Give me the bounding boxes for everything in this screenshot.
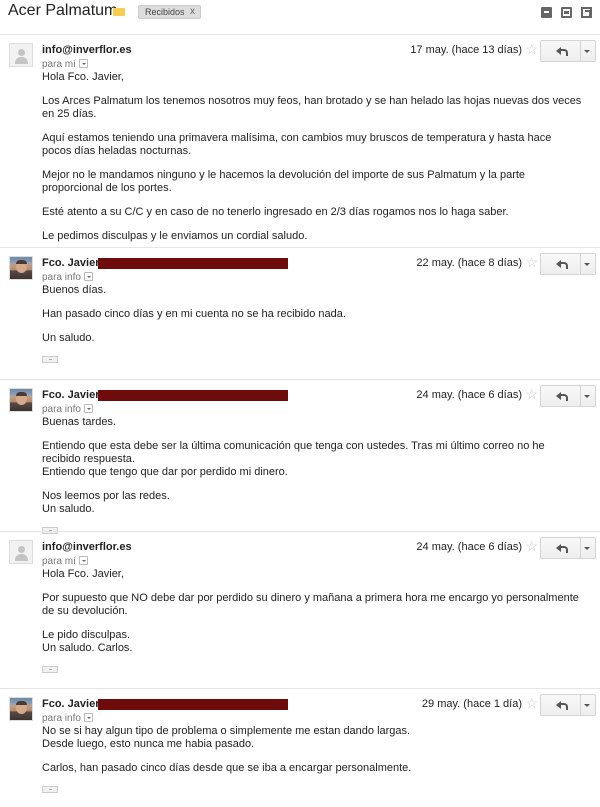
print-icon[interactable] (561, 7, 572, 18)
show-trimmed-content-button[interactable]: ... (42, 355, 58, 363)
show-trimmed-content-button[interactable]: ... (42, 785, 58, 793)
redacted-email-block (98, 390, 288, 401)
message-paragraph: Le pido disculpas. Un saludo. Carlos. (42, 629, 133, 654)
message-date: 24 may. (hace 6 días) (416, 389, 522, 401)
label-chip-text: Recibidos (145, 7, 185, 17)
more-options-icon[interactable] (580, 386, 595, 406)
recipient-text: para info (42, 713, 81, 724)
thread-header: Acer Palmatum Recibidos x (0, 0, 600, 26)
sender-photo-avatar (9, 388, 33, 412)
recipient-text: para mí (42, 556, 76, 567)
star-icon[interactable]: ☆ (525, 41, 538, 58)
message-card: info@inverflor.es para mí 17 may. (hace 13… (0, 34, 600, 247)
sender-name[interactable]: Fco. Javier (42, 257, 99, 269)
recipient-text: para mí (42, 59, 76, 70)
message-paragraph: Esté atento a su C/C y en caso de no ten… (42, 206, 509, 218)
recipient-line: para info (42, 272, 93, 283)
more-options-icon[interactable] (580, 254, 595, 274)
message-paragraph: Entiendo que esta debe ser la última com… (42, 440, 545, 478)
message-date: 22 may. (hace 8 días) (416, 257, 522, 269)
message-paragraph: Hola Fco. Javier, (42, 71, 124, 83)
reply-icon[interactable] (541, 41, 581, 61)
redacted-email-block (98, 699, 288, 710)
message-paragraph: Buenos días. (42, 284, 107, 296)
reply-button-group (540, 40, 596, 62)
label-chip-recibidos[interactable]: Recibidos x (138, 5, 201, 19)
message-paragraph: Los Arces Palmatum los tenemos nosotros … (42, 95, 582, 120)
message-paragraph: Un saludo. (42, 332, 95, 344)
show-details-icon[interactable] (78, 59, 88, 68)
recipient-text: para info (42, 404, 81, 415)
message-paragraph: Han pasado cinco días y en mi cuenta no … (42, 308, 346, 320)
message-body: Buenos días. Han pasado cinco días y en m… (42, 284, 582, 369)
message-card: Fco. Javier para info 29 may. (hace 1 día)… (0, 688, 600, 807)
remove-label-button[interactable]: x (190, 6, 195, 17)
show-details-icon[interactable] (83, 272, 93, 281)
reply-icon[interactable] (541, 538, 581, 558)
recipient-line: para info (42, 713, 93, 724)
sender-photo-avatar (9, 697, 33, 721)
message-card: info@inverflor.es para mí 24 may. (hace 6 … (0, 531, 600, 688)
message-paragraph: Hola Fco. Javier, (42, 568, 124, 580)
show-details-icon[interactable] (83, 713, 93, 722)
recipient-line: para mí (42, 556, 88, 567)
message-paragraph: Nos leemos por las redes. Un saludo. (42, 490, 170, 515)
default-avatar-icon (9, 540, 33, 564)
show-trimmed-content-button[interactable]: ... (42, 665, 58, 673)
reply-button-group (540, 253, 596, 275)
message-paragraph: Carlos, han pasado cinco días desde que … (42, 762, 412, 774)
reply-button-group (540, 385, 596, 407)
message-card: Fco. Javier para info 22 may. (hace 8 días… (0, 247, 600, 379)
sender-name[interactable]: info@inverflor.es (42, 44, 132, 56)
sender-photo-avatar (9, 256, 33, 280)
message-card: Fco. Javier para info 24 may. (hace 6 días… (0, 379, 600, 534)
message-date: 29 may. (hace 1 día) (421, 698, 522, 710)
show-details-icon[interactable] (78, 556, 88, 565)
reply-icon[interactable] (541, 695, 581, 715)
default-avatar-icon (9, 43, 33, 67)
message-paragraph: Por supuesto que NO debe dar por perdido… (42, 592, 579, 617)
sender-name[interactable]: info@inverflor.es (42, 541, 132, 553)
star-icon[interactable]: ☆ (525, 695, 538, 712)
recipient-text: para info (42, 272, 81, 283)
thread-subject: Acer Palmatum (8, 2, 118, 19)
recipient-line: para info (42, 404, 93, 415)
message-paragraph: Buenas tardes. (42, 416, 116, 428)
message-date: 24 may. (hace 6 días) (416, 541, 522, 553)
recipient-line: para mí (42, 59, 88, 70)
sender-name[interactable]: Fco. Javier (42, 389, 99, 401)
star-icon[interactable]: ☆ (525, 538, 538, 555)
show-details-icon[interactable] (83, 404, 93, 413)
message-body: Buenas tardes. Entiendo que esta debe ser… (42, 416, 582, 540)
more-options-icon[interactable] (580, 41, 595, 61)
new-window-icon[interactable] (581, 7, 592, 18)
archive-icon[interactable] (541, 7, 552, 18)
message-paragraph: Le pedimos disculpas y le enviamos un co… (42, 230, 308, 242)
reply-icon[interactable] (541, 386, 581, 406)
message-body: Hola Fco. Javier, Por supuesto que NO deb… (42, 568, 582, 679)
more-options-icon[interactable] (580, 538, 595, 558)
message-body: No se si hay algun tipo de problema o si… (42, 725, 582, 799)
message-paragraph: Mejor no le mandamos ninguno y le hacemo… (42, 169, 526, 194)
message-paragraph: Aquí estamos teniendo una primavera malí… (42, 132, 552, 157)
message-date: 17 may. (hace 13 días) (410, 44, 522, 56)
reply-button-group (540, 694, 596, 716)
important-label-icon[interactable] (113, 8, 125, 16)
header-actions (541, 7, 592, 18)
star-icon[interactable]: ☆ (525, 386, 538, 403)
star-icon[interactable]: ☆ (525, 254, 538, 271)
redacted-email-block (98, 258, 288, 269)
more-options-icon[interactable] (580, 695, 595, 715)
message-paragraph: No se si hay algun tipo de problema o si… (42, 725, 411, 750)
sender-name[interactable]: Fco. Javier (42, 698, 99, 710)
reply-button-group (540, 537, 596, 559)
reply-icon[interactable] (541, 254, 581, 274)
message-body: Hola Fco. Javier, Los Arces Palmatum los … (42, 71, 582, 254)
